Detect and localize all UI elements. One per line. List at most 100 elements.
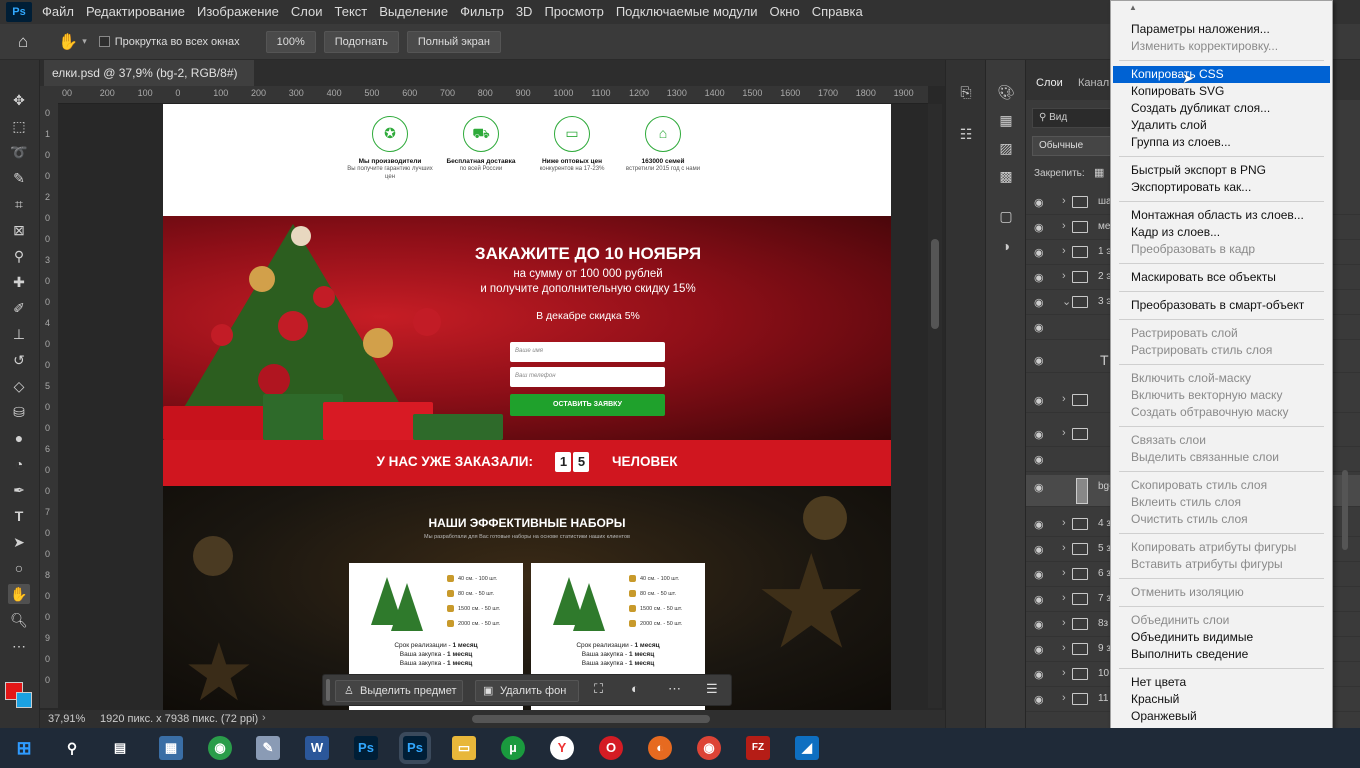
expand-chevron-icon[interactable]: ›	[1062, 617, 1066, 629]
paint-icon[interactable]: ✎	[256, 736, 280, 760]
menu-item[interactable]: Быстрый экспорт в PNG	[1113, 162, 1330, 179]
brush-tool-icon[interactable]: ✐	[8, 298, 30, 318]
expand-chevron-icon[interactable]: ›	[1062, 220, 1066, 232]
layers-scrollbar[interactable]	[1342, 470, 1348, 550]
vertical-scrollbar[interactable]	[928, 104, 942, 708]
chrome-icon[interactable]: ◉	[697, 736, 721, 760]
visibility-eye-icon[interactable]: ◉	[1034, 668, 1044, 681]
utorrent-icon[interactable]: µ	[501, 736, 525, 760]
healing-tool-icon[interactable]: ✚	[8, 272, 30, 292]
menu-image[interactable]: Изображение	[191, 0, 285, 24]
tab-layers[interactable]: Слои	[1036, 77, 1063, 89]
menu-filter[interactable]: Фильтр	[454, 0, 510, 24]
status-zoom[interactable]: 37,91%	[48, 713, 85, 725]
submit-order-button[interactable]: ОСТАВИТЬ ЗАЯВКУ	[510, 394, 665, 416]
expand-chevron-icon[interactable]: ›	[1062, 642, 1066, 654]
menu-item[interactable]: Группа из слоев...	[1113, 134, 1330, 151]
path-select-tool-icon[interactable]: ➤	[8, 532, 30, 552]
tab-channels[interactable]: Канал	[1078, 77, 1109, 89]
menu-item[interactable]: Удалить слой	[1113, 117, 1330, 134]
expand-chevron-icon[interactable]: ›	[1062, 542, 1066, 554]
name-input[interactable]: Ваше имя	[510, 342, 665, 362]
filezilla-icon[interactable]: FZ	[746, 736, 770, 760]
menu-window[interactable]: Окно	[763, 0, 805, 24]
expand-chevron-icon[interactable]: ›	[1062, 245, 1066, 257]
menu-item[interactable]: Создать дубликат слоя...	[1113, 100, 1330, 117]
menu-file[interactable]: Файл	[36, 0, 80, 24]
drag-handle[interactable]	[326, 679, 330, 701]
zoom-tool-icon[interactable]: 🔍︎	[8, 610, 30, 630]
expand-chevron-icon[interactable]: ⌄	[1062, 295, 1071, 308]
properties-icon[interactable]: ☷	[956, 124, 976, 144]
menu-item[interactable]: Маскировать все объекты	[1113, 269, 1330, 286]
lock-transparent-icon[interactable]: ▦	[1094, 166, 1104, 179]
move-tool-icon[interactable]: ✥	[8, 90, 30, 110]
visibility-eye-icon[interactable]: ◉	[1034, 394, 1044, 407]
expand-chevron-icon[interactable]: ›	[1062, 692, 1066, 704]
fill-screen-button[interactable]: Полный экран	[406, 30, 501, 53]
scroll-thumb[interactable]	[931, 239, 939, 329]
crop-tool-icon[interactable]: ⌗	[8, 194, 30, 214]
menu-view[interactable]: Просмотр	[538, 0, 609, 24]
menu-layers[interactable]: Слои	[285, 0, 329, 24]
visibility-eye-icon[interactable]: ◉	[1034, 196, 1044, 209]
transform-icon[interactable]: ⛶	[594, 681, 603, 697]
zoom-100-button[interactable]: 100%	[265, 30, 316, 53]
swatches-icon[interactable]: ▦	[996, 110, 1016, 130]
pen-tool-icon[interactable]: ✒	[8, 480, 30, 500]
visibility-eye-icon[interactable]: ◉	[1034, 246, 1044, 259]
photoshop-icon[interactable]: Ps	[354, 736, 378, 760]
yandex-icon[interactable]: Y	[550, 736, 574, 760]
stamp-tool-icon[interactable]: ⊥	[8, 324, 30, 344]
photoshop-active-icon[interactable]: Ps	[403, 736, 427, 760]
more-options-icon[interactable]: ⋯	[668, 681, 681, 697]
visibility-eye-icon[interactable]: ◉	[1034, 693, 1044, 706]
menu-item[interactable]: Параметры наложения...	[1113, 21, 1330, 38]
menu-item[interactable]: Экспортировать как...	[1113, 179, 1330, 196]
menu-item[interactable]: Преобразовать в смарт-объект	[1113, 297, 1330, 314]
expand-chevron-icon[interactable]: ›	[1062, 592, 1066, 604]
menu-help[interactable]: Справка	[806, 0, 869, 24]
adjustments-icon[interactable]: ◑	[996, 236, 1016, 256]
layer-search-input[interactable]: ⚲ Вид	[1032, 108, 1116, 128]
marquee-tool-icon[interactable]: ⬚	[8, 116, 30, 136]
home-icon[interactable]: ⌂	[18, 32, 28, 52]
start-icon[interactable]: ⊞	[12, 736, 36, 760]
color-palette-icon[interactable]: 🎨︎	[996, 82, 1016, 102]
dodge-tool-icon[interactable]: ◔	[8, 454, 30, 474]
expand-chevron-icon[interactable]: ›	[1062, 667, 1066, 679]
visibility-eye-icon[interactable]: ◉	[1034, 568, 1044, 581]
explorer-icon[interactable]: ▭	[452, 736, 476, 760]
calculator-icon[interactable]: ▦	[159, 736, 183, 760]
visibility-eye-icon[interactable]: ◉	[1034, 271, 1044, 284]
visibility-eye-icon[interactable]: ◉	[1034, 296, 1044, 309]
search-icon[interactable]: ⚲	[60, 736, 84, 760]
vscode-icon[interactable]: ◢	[795, 736, 819, 760]
scroll-all-checkbox[interactable]	[98, 36, 110, 47]
menu-3d[interactable]: 3D	[510, 0, 539, 24]
paint-bucket-tool-icon[interactable]: ⛁	[8, 402, 30, 422]
ellipse-tool-icon[interactable]: ○	[8, 558, 30, 578]
history-icon[interactable]: ⎘	[956, 82, 976, 102]
quick-select-tool-icon[interactable]: ✎	[8, 168, 30, 188]
expand-chevron-icon[interactable]: ›	[1062, 393, 1066, 405]
menu-edit[interactable]: Редактирование	[80, 0, 191, 24]
hand-tool-icon[interactable]: ✋	[8, 584, 30, 604]
visibility-eye-icon[interactable]: ◉	[1034, 354, 1044, 367]
visibility-eye-icon[interactable]: ◉	[1034, 481, 1044, 494]
scroll-up-icon[interactable]: ▲	[1129, 3, 1137, 12]
more-tools-icon[interactable]: ⋯	[8, 636, 30, 656]
type-tool-icon[interactable]: T	[8, 506, 30, 526]
gradients-icon[interactable]: ▨	[996, 138, 1016, 158]
word-icon[interactable]: W	[305, 736, 329, 760]
lasso-tool-icon[interactable]: ➰	[8, 142, 30, 162]
fit-screen-button[interactable]: Подогнать	[323, 30, 399, 53]
blend-mode-select[interactable]: Обычные	[1032, 136, 1116, 156]
visibility-eye-icon[interactable]: ◉	[1034, 518, 1044, 531]
visibility-eye-icon[interactable]: ◉	[1034, 643, 1044, 656]
menu-type[interactable]: Текст	[329, 0, 374, 24]
visibility-eye-icon[interactable]: ◉	[1034, 428, 1044, 441]
settings-sliders-icon[interactable]: ☰	[706, 681, 718, 697]
remove-background-button[interactable]: ▣ Удалить фон	[475, 680, 579, 702]
adjustment-icon[interactable]: ◐	[631, 681, 639, 696]
